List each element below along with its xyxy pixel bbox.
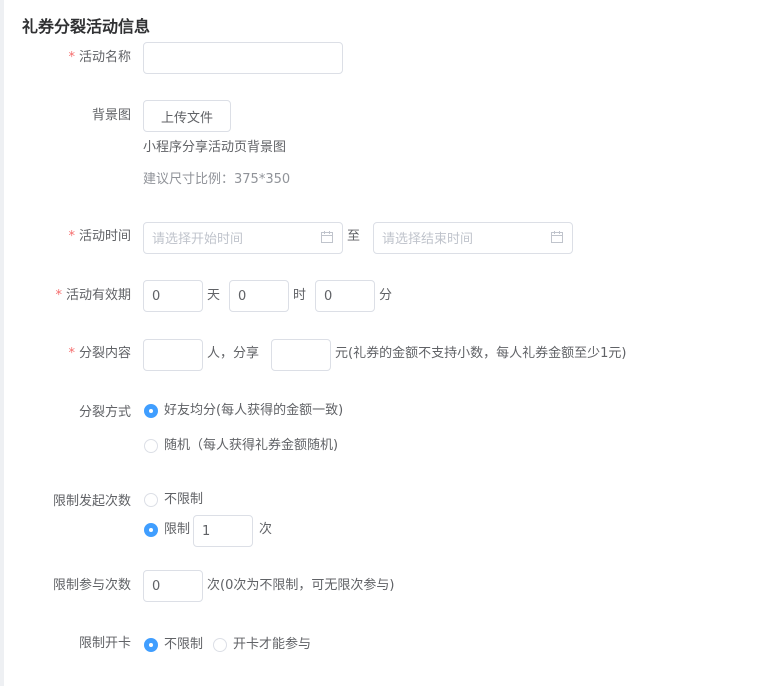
launch-limit-input[interactable] [193, 515, 253, 547]
end-time-picker[interactable] [373, 222, 573, 254]
required-asterisk: * [55, 288, 62, 303]
upload-file-button[interactable]: 上传文件 [143, 100, 231, 132]
card-limit-label: 限制开卡 [78, 636, 131, 651]
validity-minutes-input[interactable] [315, 280, 375, 312]
background-label: 背景图 [91, 108, 131, 123]
split-method-even-radio[interactable]: 好友均分(每人获得的金额一致) [144, 401, 343, 421]
split-amount-text: 元(礼券的金额不支持小数，每人礼券金额至少1元) [335, 346, 627, 361]
join-limit-label: 限制参与次数 [52, 578, 131, 593]
time-range-separator: 至 [347, 229, 361, 244]
launch-limit-unit: 次 [259, 522, 273, 537]
section-title: 礼券分裂活动信息 [22, 17, 151, 36]
radio-unchecked-icon [213, 638, 227, 652]
hours-unit: 时 [293, 288, 307, 303]
required-asterisk: * [68, 229, 75, 244]
activity-time-label: * 活动时间 [68, 229, 131, 244]
radio-checked-icon [144, 523, 158, 537]
radio-unchecked-icon [144, 493, 158, 507]
calendar-icon[interactable] [321, 231, 333, 243]
split-method-label: 分裂方式 [78, 405, 131, 420]
card-required-radio[interactable]: 开卡才能参与 [213, 635, 311, 655]
split-amount-input[interactable] [271, 339, 331, 371]
start-time-input[interactable] [152, 225, 312, 253]
background-size-hint: 建议尺寸比例：375*350 [143, 172, 291, 187]
card-unlimited-radio[interactable]: 不限制 [144, 635, 203, 655]
join-limit-input[interactable] [143, 570, 203, 602]
launch-limit-label: 限制发起次数 [52, 494, 131, 509]
minutes-unit: 分 [379, 288, 393, 303]
validity-label: * 活动有效期 [55, 288, 131, 303]
split-method-random-radio[interactable]: 随机（每人获得礼券金额随机) [144, 436, 338, 456]
required-asterisk: * [68, 50, 75, 65]
activity-name-input[interactable] [143, 42, 343, 74]
radio-unchecked-icon [144, 439, 158, 453]
launch-unlimited-radio[interactable]: 不限制 [144, 490, 203, 510]
required-asterisk: * [68, 346, 75, 361]
days-unit: 天 [207, 288, 221, 303]
split-people-text: 人，分享 [207, 346, 260, 361]
split-content-label: * 分裂内容 [68, 346, 131, 361]
validity-days-input[interactable] [143, 280, 203, 312]
join-limit-hint: 次(0次为不限制，可无限次参与) [207, 578, 395, 593]
radio-checked-icon [144, 404, 158, 418]
end-time-input[interactable] [382, 225, 542, 253]
calendar-icon[interactable] [551, 231, 563, 243]
split-people-input[interactable] [143, 339, 203, 371]
radio-checked-icon [144, 638, 158, 652]
background-description: 小程序分享活动页背景图 [143, 140, 287, 155]
launch-limited-radio[interactable]: 限制 [144, 520, 190, 540]
left-edge-divider [0, 0, 4, 686]
validity-hours-input[interactable] [229, 280, 289, 312]
start-time-picker[interactable] [143, 222, 343, 254]
activity-name-label: * 活动名称 [68, 50, 131, 65]
